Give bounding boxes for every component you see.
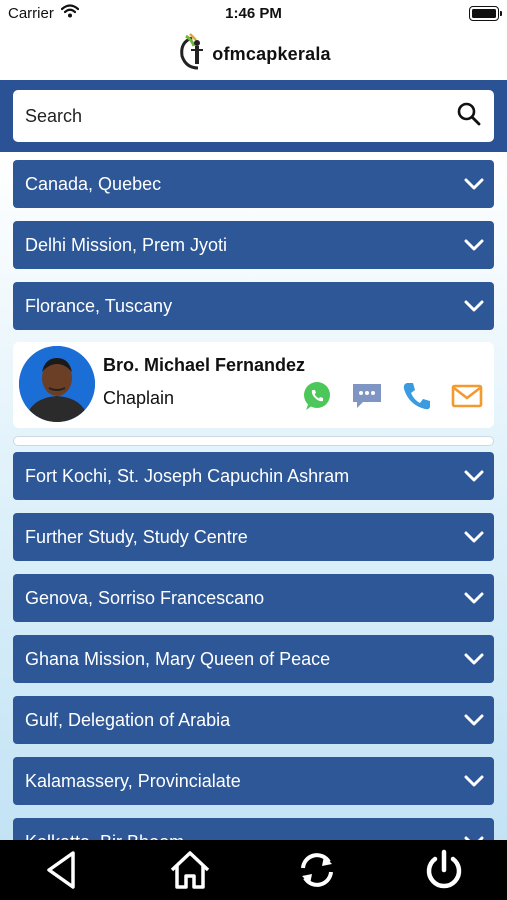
search-bar-container	[0, 80, 507, 152]
back-icon[interactable]	[41, 848, 85, 892]
list-item-label: Genova, Sorriso Francescano	[25, 587, 265, 608]
avatar	[19, 346, 95, 422]
list-item[interactable]: Fort Kochi, St. Joseph Capuchin Ashram	[13, 452, 494, 500]
app-header: ofmcapkerala	[0, 28, 507, 80]
logo-text: ofmcapkerala	[212, 43, 331, 64]
message-icon[interactable]	[351, 380, 383, 412]
list-item-label: Canada, Quebec	[25, 173, 162, 194]
chevron-down-icon	[464, 771, 484, 792]
app-logo: ofmcapkerala	[176, 32, 331, 77]
list-item[interactable]: Canada, Quebec	[13, 160, 494, 208]
friar-logo-icon	[176, 32, 210, 77]
whatsapp-icon[interactable]	[301, 380, 333, 412]
search-box	[13, 90, 494, 142]
list-item[interactable]: Genova, Sorriso Francescano	[13, 574, 494, 622]
list-item-label: Delhi Mission, Prem Jyoti	[25, 234, 228, 255]
chevron-down-icon	[464, 832, 484, 840]
battery-icon	[469, 6, 502, 21]
status-time: 1:46 PM	[225, 5, 282, 22]
card-divider	[13, 436, 494, 446]
list-item[interactable]: Delhi Mission, Prem Jyoti	[13, 221, 494, 269]
list-item-label: Kalamassery, Provincialate	[25, 770, 241, 791]
member-name: Bro. Michael Fernandez	[103, 355, 306, 375]
chevron-down-icon	[464, 174, 484, 195]
list-item[interactable]: Florance, Tuscany	[13, 282, 494, 330]
search-input[interactable]	[25, 105, 425, 127]
list-item[interactable]: Further Study, Study Centre	[13, 513, 494, 561]
chevron-down-icon	[464, 649, 484, 670]
friary-list: Canada, Quebec Delhi Mission, Prem Jyoti…	[0, 152, 507, 840]
list-item-label: Further Study, Study Centre	[25, 526, 248, 547]
chevron-down-icon	[464, 588, 484, 609]
list-item[interactable]: Ghana Mission, Mary Queen of Peace	[13, 635, 494, 683]
status-bar: Carrier 1:46 PM	[0, 0, 507, 28]
mail-icon[interactable]	[451, 380, 483, 412]
chevron-down-icon	[464, 296, 484, 317]
member-role: Chaplain	[103, 388, 175, 408]
refresh-icon[interactable]	[295, 848, 339, 892]
list-item[interactable]: Kalamassery, Provincialate	[13, 757, 494, 805]
bottom-tab-bar	[0, 840, 507, 900]
chevron-down-icon	[464, 527, 484, 548]
list-item-label: Gulf, Delegation of Arabia	[25, 709, 231, 730]
phone-icon[interactable]	[401, 380, 433, 412]
home-icon[interactable]	[168, 848, 212, 892]
list-item-label: Florance, Tuscany	[25, 295, 173, 316]
member-card: Bro. Michael Fernandez Chaplain	[13, 342, 494, 428]
chevron-down-icon	[464, 466, 484, 487]
list-item-label: Kolkatta, Bir Bhoom	[25, 832, 184, 841]
search-icon[interactable]	[456, 101, 482, 132]
list-item[interactable]: Kolkatta, Bir Bhoom	[13, 818, 494, 840]
contact-actions	[301, 380, 483, 412]
chevron-down-icon	[464, 710, 484, 731]
list-item-label: Ghana Mission, Mary Queen of Peace	[25, 648, 331, 669]
chevron-down-icon	[464, 235, 484, 256]
list-item-label: Fort Kochi, St. Joseph Capuchin Ashram	[25, 465, 350, 486]
power-icon[interactable]	[422, 848, 466, 892]
list-item[interactable]: Gulf, Delegation of Arabia	[13, 696, 494, 744]
